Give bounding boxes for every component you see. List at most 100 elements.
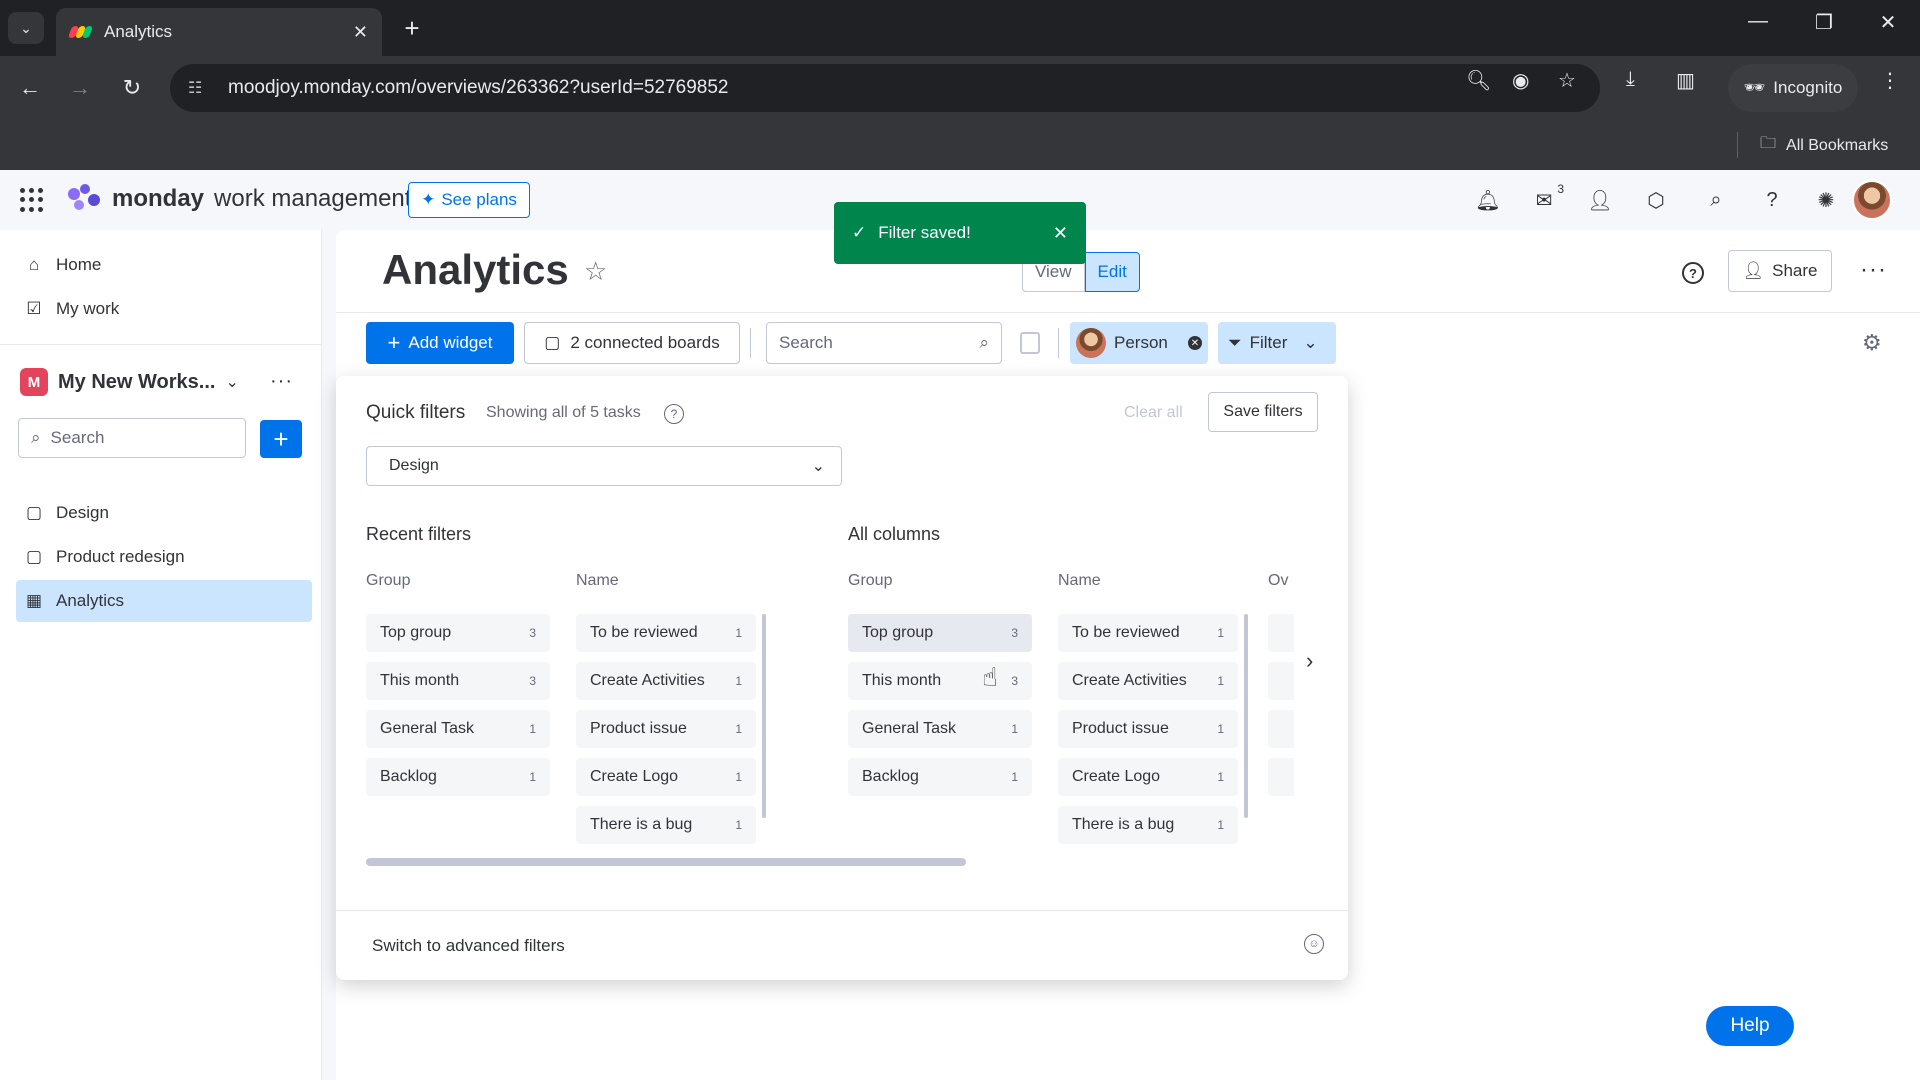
address-bar[interactable]: ☷ moodjoy.monday.com/overviews/263362?us…	[170, 64, 1600, 112]
incognito-badge[interactable]: 🕶︎ Incognito	[1728, 64, 1858, 112]
eye-off-icon[interactable]: ◉	[1512, 68, 1529, 93]
filter-chip-name[interactable]: Product issue 1	[1058, 710, 1238, 748]
filter-chip-name[interactable]: Create Logo 1	[576, 758, 756, 796]
toast-close-icon[interactable]: ✕	[1053, 223, 1068, 244]
filter-chip-group[interactable]: This month 3	[848, 662, 1032, 700]
clear-all-button[interactable]: Clear all	[1124, 404, 1183, 422]
clear-person-icon[interactable]: ✕	[1188, 336, 1202, 350]
browser-toolbar: ← → ↻ ☷ moodjoy.monday.com/overviews/263…	[0, 56, 1920, 120]
filter-chip-group[interactable]: Top group 3	[848, 614, 1032, 652]
workspace-selector[interactable]: M My New Works... ⌄	[20, 368, 239, 396]
bookmark-star-icon[interactable]: ☆	[1558, 68, 1576, 93]
share-button[interactable]: 👤︎ Share	[1728, 250, 1832, 292]
overflow-chip[interactable]	[1268, 662, 1294, 700]
dashboard-search-input[interactable]: Search ⌕	[766, 322, 1002, 364]
connected-boards-button[interactable]: ▢ 2 connected boards	[524, 322, 740, 364]
sidebar-item-analytics[interactable]: ▦ Analytics	[16, 580, 312, 622]
sidebar-home-label: Home	[56, 255, 102, 274]
chip-count: 1	[529, 770, 536, 784]
column-scrollbar[interactable]	[762, 614, 766, 818]
settings-gear-icon[interactable]: ⚙	[1862, 330, 1882, 356]
integrations-icon[interactable]: ⬡	[1642, 186, 1670, 214]
filter-button[interactable]: ⏷ Filter ⌄	[1218, 322, 1336, 364]
question-icon[interactable]: ?	[1682, 262, 1704, 284]
filter-chip-group[interactable]: This month 3	[366, 662, 550, 700]
side-panel-icon[interactable]: ▥	[1676, 68, 1695, 93]
ai-assistant-icon[interactable]: ✺	[1812, 186, 1840, 214]
sidebar-item-my-work[interactable]: ☑ My work	[16, 288, 312, 330]
user-avatar[interactable]	[1852, 180, 1892, 220]
filter-chip-name[interactable]: Create Activities 1	[576, 662, 756, 700]
browser-menu-icon[interactable]: ⋮	[1880, 68, 1900, 93]
filter-chip-name[interactable]: To be reviewed 1	[1058, 614, 1238, 652]
help-icon[interactable]: ?	[1758, 186, 1786, 214]
new-tab-icon[interactable]: +	[396, 12, 428, 44]
more-options-icon[interactable]: ···	[1860, 256, 1887, 284]
browser-tab[interactable]: Analytics ✕	[56, 8, 382, 56]
help-button[interactable]: Help	[1706, 1006, 1794, 1046]
filter-chip-name[interactable]: There is a bug 1	[576, 806, 756, 844]
filter-chip-name[interactable]: Create Logo 1	[1058, 758, 1238, 796]
filter-chip-group[interactable]: General Task 1	[366, 710, 550, 748]
chevron-down-icon: ⌄	[225, 374, 239, 391]
search-icon[interactable]: ⌕	[1702, 186, 1730, 214]
overflow-chip[interactable]	[1268, 614, 1294, 652]
filter-chip-name[interactable]: To be reviewed 1	[576, 614, 756, 652]
column-scrollbar[interactable]	[1244, 614, 1248, 818]
person-filter-chip[interactable]: Person ✕	[1070, 322, 1208, 364]
restore-icon[interactable]: ❐	[1804, 10, 1844, 35]
product-name: work management	[214, 185, 412, 212]
save-view-icon[interactable]	[1020, 332, 1040, 354]
filter-chip-group[interactable]: General Task 1	[848, 710, 1032, 748]
reload-icon[interactable]: ↻	[114, 70, 150, 106]
filter-chip-group[interactable]: Backlog 1	[848, 758, 1032, 796]
horizontal-scrollbar[interactable]	[366, 858, 966, 866]
sidebar-item-product-redesign[interactable]: ▢ Product redesign	[16, 536, 312, 578]
filter-chip-group[interactable]: Top group 3	[366, 614, 550, 652]
sidebar-item-home[interactable]: ⌂ Home	[16, 244, 312, 286]
board-select[interactable]: Design ⌄	[366, 446, 842, 486]
overflow-chip[interactable]	[1268, 758, 1294, 796]
chip-count: 1	[735, 722, 742, 736]
invite-members-icon[interactable]: 👤︎	[1586, 186, 1614, 214]
close-window-icon[interactable]: ✕	[1868, 10, 1908, 35]
monday-logo[interactable]: monday work management	[68, 184, 411, 214]
back-icon[interactable]: ←	[12, 70, 48, 106]
edit-mode-button[interactable]: Edit	[1084, 252, 1140, 292]
chevron-right-icon[interactable]: ›	[1306, 648, 1313, 674]
filter-chip-name[interactable]: There is a bug 1	[1058, 806, 1238, 844]
filter-chip-name[interactable]: Create Activities 1	[1058, 662, 1238, 700]
overflow-chip[interactable]	[1268, 710, 1294, 748]
zoom-icon[interactable]: 🔍︎	[1466, 68, 1491, 93]
tab-list-button[interactable]: ⌄	[8, 12, 44, 44]
advanced-filters-link[interactable]: Switch to advanced filters	[372, 936, 565, 956]
favorite-star-icon[interactable]: ☆	[584, 256, 607, 287]
bookmarks-divider	[1737, 132, 1738, 158]
notifications-icon[interactable]: 🔔︎	[1474, 186, 1502, 214]
forward-icon[interactable]: →	[62, 70, 98, 106]
home-icon: ⌂	[28, 255, 40, 274]
board-icon: ▢	[25, 547, 43, 566]
minimize-icon[interactable]: —	[1738, 10, 1778, 33]
apps-grid-icon[interactable]	[20, 188, 44, 212]
search-icon: ⌕	[979, 333, 989, 352]
workspace-more-icon[interactable]: ···	[270, 370, 293, 393]
sidebar-item-design[interactable]: ▢ Design	[16, 492, 312, 534]
add-widget-button[interactable]: + Add widget	[366, 322, 514, 364]
filter-chip-name[interactable]: Product issue 1	[576, 710, 756, 748]
chip-label: Top group	[380, 624, 452, 641]
add-item-button[interactable]: +	[260, 420, 302, 458]
feedback-icon[interactable]: ☺	[1304, 934, 1324, 954]
save-filters-button[interactable]: Save filters	[1208, 392, 1318, 432]
download-icon[interactable]: ⤓	[1626, 68, 1635, 91]
sidebar-search-input[interactable]: ⌕ Search	[18, 418, 246, 458]
site-info-icon[interactable]: ☷	[188, 78, 212, 98]
see-plans-button[interactable]: ✦ See plans	[408, 182, 530, 218]
recent-filters-title: Recent filters	[366, 524, 472, 544]
inbox-icon[interactable]: ✉ 3	[1530, 182, 1564, 214]
dashboard-main: Analytics ☆ View Edit ? 👤︎ Share ··· + A…	[336, 230, 1920, 1080]
info-icon[interactable]: ?	[664, 404, 684, 424]
tab-close-icon[interactable]: ✕	[353, 22, 368, 43]
all-bookmarks[interactable]: 🗀 All Bookmarks	[1760, 132, 1888, 159]
filter-chip-group[interactable]: Backlog 1	[366, 758, 550, 796]
